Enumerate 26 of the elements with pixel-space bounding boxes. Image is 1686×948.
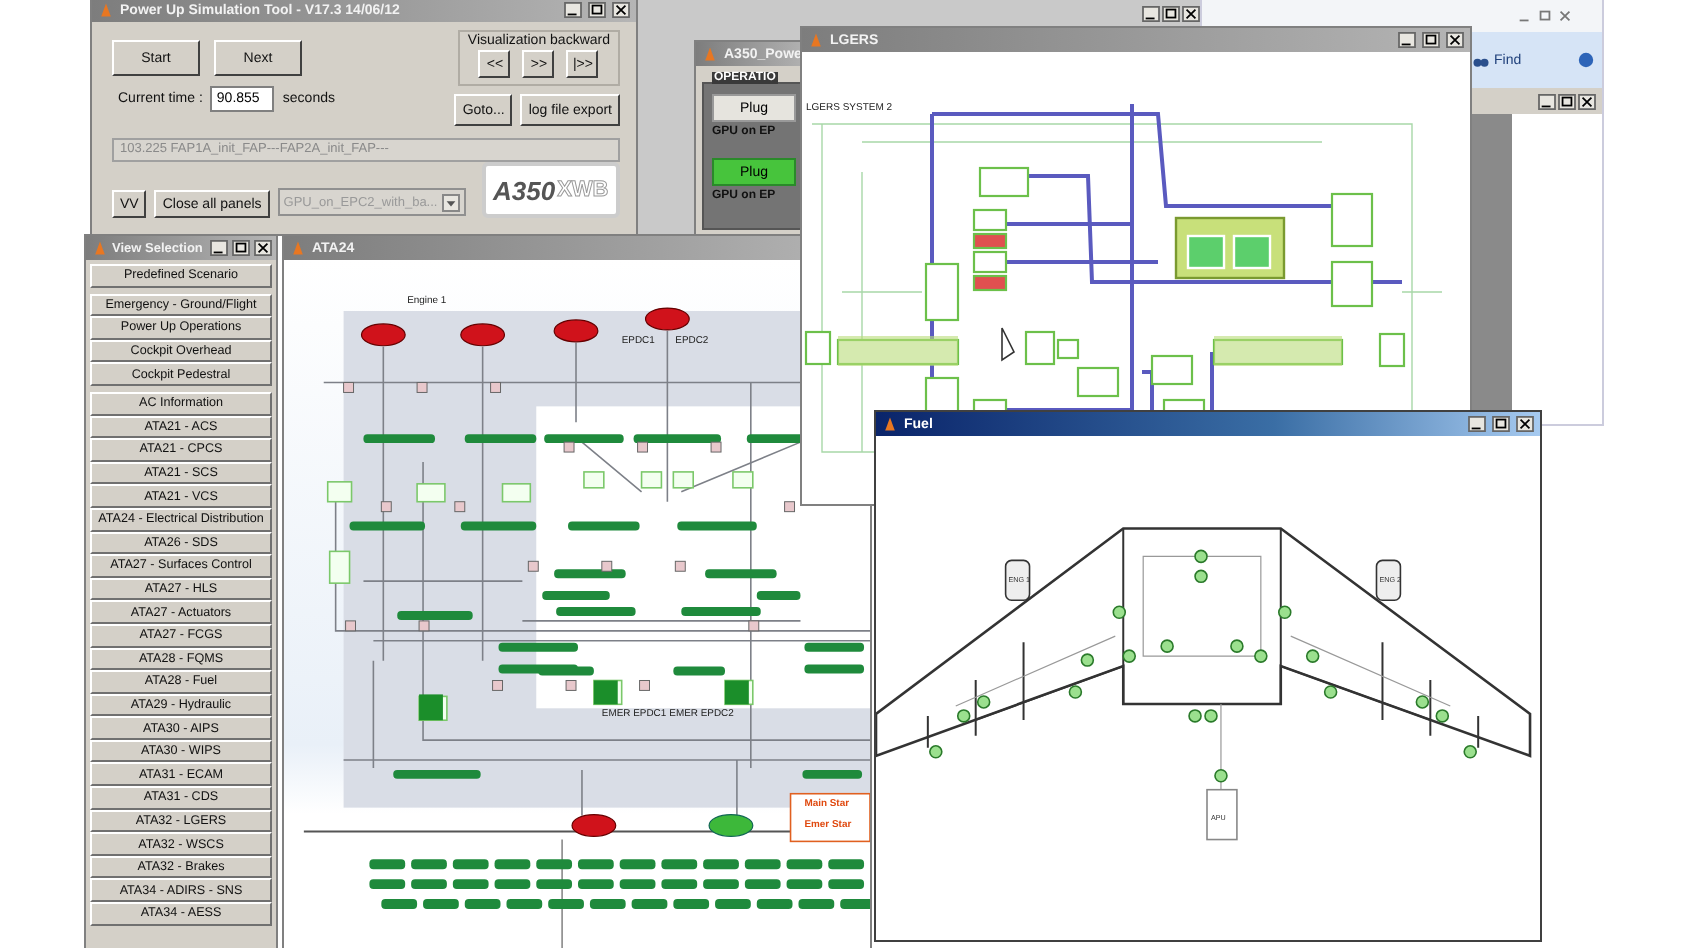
maximize-icon[interactable]	[1492, 416, 1510, 432]
minimize-icon[interactable]	[1468, 416, 1486, 432]
close-icon[interactable]	[1516, 416, 1534, 432]
app-icon	[290, 240, 306, 256]
close-icon[interactable]	[612, 2, 630, 18]
close-icon[interactable]	[1578, 93, 1596, 109]
minimize-icon[interactable]	[1398, 32, 1416, 48]
maximize-icon[interactable]	[1422, 32, 1440, 48]
minimize-icon[interactable]	[1538, 93, 1556, 109]
app-icon	[702, 46, 718, 62]
app-icon	[98, 2, 114, 18]
maximize-icon[interactable]	[1162, 6, 1180, 22]
caret-icon	[441, 193, 460, 211]
maximize-icon[interactable]	[232, 240, 251, 256]
close-icon[interactable]	[254, 240, 273, 256]
binoculars-icon	[1472, 53, 1490, 67]
minimize-icon[interactable]	[564, 2, 582, 18]
close-icon[interactable]	[1182, 6, 1200, 22]
maximize-icon[interactable]	[1558, 93, 1576, 109]
close-icon[interactable]	[1446, 32, 1464, 48]
minimize-icon[interactable]	[1142, 6, 1160, 22]
maximize-icon[interactable]	[588, 2, 606, 18]
app-icon	[92, 240, 108, 256]
app-icon	[808, 32, 824, 48]
minimize-icon[interactable]	[210, 240, 229, 256]
logo: A350XWB	[481, 162, 620, 218]
